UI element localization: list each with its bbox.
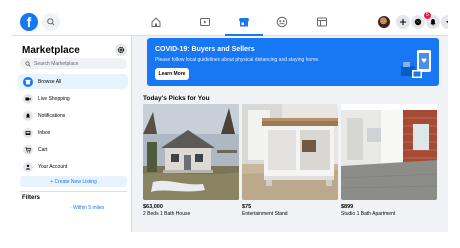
listing-price: $75: [242, 204, 252, 210]
listing-title: Studio 1 Bath Apartment: [341, 211, 396, 217]
search-icon: [25, 60, 31, 67]
sidebar-item-label: Notifications: [38, 112, 66, 119]
sidebar-item-label: Your Account: [38, 163, 68, 170]
storefront-icon: [23, 76, 33, 87]
profile-avatar[interactable]: [378, 16, 390, 28]
sidebar-item-cart[interactable]: Cart: [18, 142, 128, 157]
bell-icon: [23, 110, 33, 121]
account-menu-button[interactable]: [441, 15, 448, 29]
marketplace-sidebar: Marketplace Search Marketplace Browse Al…: [12, 36, 132, 232]
marketplace-search-input[interactable]: Search Marketplace: [20, 58, 127, 69]
sidebar-item-live-shopping[interactable]: Live Shopping: [18, 91, 128, 106]
gaming-icon: [317, 17, 327, 27]
listing-photo-stand[interactable]: [242, 104, 338, 200]
listing-photo-house[interactable]: [143, 104, 239, 200]
banner-text: Please follow local guidelines about phy…: [155, 57, 320, 63]
live-icon: [23, 93, 33, 104]
create-button[interactable]: [396, 15, 410, 29]
cart-icon: [23, 144, 33, 155]
top-bar: f 5: [12, 8, 448, 36]
filters-heading: Filters: [22, 195, 41, 201]
banner-title: COVID-19: Buyers and Sellers: [155, 46, 255, 53]
chevron-down-icon: [446, 21, 448, 24]
sidebar-item-label: Live Shopping: [38, 95, 70, 102]
search-icon: [47, 18, 55, 26]
home-icon: [151, 17, 161, 27]
person-icon: [23, 161, 33, 172]
search-button[interactable]: [42, 13, 60, 31]
settings-button[interactable]: [115, 44, 127, 56]
watch-icon: [200, 18, 210, 26]
tab-home[interactable]: [143, 10, 169, 34]
notification-badge: 5: [424, 12, 431, 19]
sidebar-item-label: Inbox: [38, 129, 51, 136]
plus-icon: [400, 19, 406, 25]
create-new-listing-button[interactable]: + Create New Listing: [20, 176, 127, 187]
sidebar-item-your-account[interactable]: Your Account: [18, 159, 128, 174]
listing-title: Entertainment Stand: [242, 211, 288, 217]
notifications-icon: [430, 19, 436, 26]
covid-banner: COVID-19: Buyers and Sellers Please foll…: [147, 38, 439, 86]
tab-watch[interactable]: [192, 10, 218, 34]
listing-card[interactable]: $75 Entertainment Stand: [242, 104, 338, 217]
listing-title: 2 Beds 1 Bath House: [143, 211, 191, 217]
messenger-icon: [414, 18, 422, 26]
location-filter-link[interactable]: · Within 5 miles: [70, 205, 104, 211]
sidebar-item-inbox[interactable]: Inbox: [18, 125, 128, 140]
marketplace-illustration: [401, 50, 431, 78]
gear-icon: [117, 46, 125, 54]
tab-marketplace[interactable]: [225, 10, 263, 36]
sidebar-divider: [20, 191, 127, 192]
marketplace-icon: [239, 18, 249, 27]
sidebar-item-browse-all[interactable]: Browse All: [18, 74, 128, 89]
listing-card[interactable]: $63,000 2 Beds 1 Bath House: [143, 104, 239, 217]
listing-price: $899: [341, 204, 354, 210]
listing-photo-apartment[interactable]: [341, 104, 437, 200]
groups-icon: [276, 16, 288, 28]
listing-price: $63,000: [143, 204, 163, 210]
messenger-button[interactable]: [411, 15, 425, 29]
sidebar-item-label: Cart: [38, 146, 48, 153]
sidebar-item-label: Browse All: [38, 78, 62, 85]
inbox-icon: [23, 127, 33, 138]
facebook-window: f 5 Marketplace Search Marketplace Brows…: [12, 8, 448, 232]
todays-picks-heading: Today's Picks for You: [143, 95, 210, 102]
learn-more-button[interactable]: Learn More: [155, 68, 189, 80]
sidebar-item-notifications[interactable]: Notifications: [18, 108, 128, 123]
search-placeholder: Search Marketplace: [34, 60, 79, 67]
facebook-logo[interactable]: f: [20, 13, 38, 31]
tab-groups[interactable]: [269, 10, 295, 34]
sidebar-title: Marketplace: [22, 45, 80, 56]
tab-gaming[interactable]: [309, 10, 335, 34]
listing-card[interactable]: $899 Studio 1 Bath Apartment: [341, 104, 437, 217]
